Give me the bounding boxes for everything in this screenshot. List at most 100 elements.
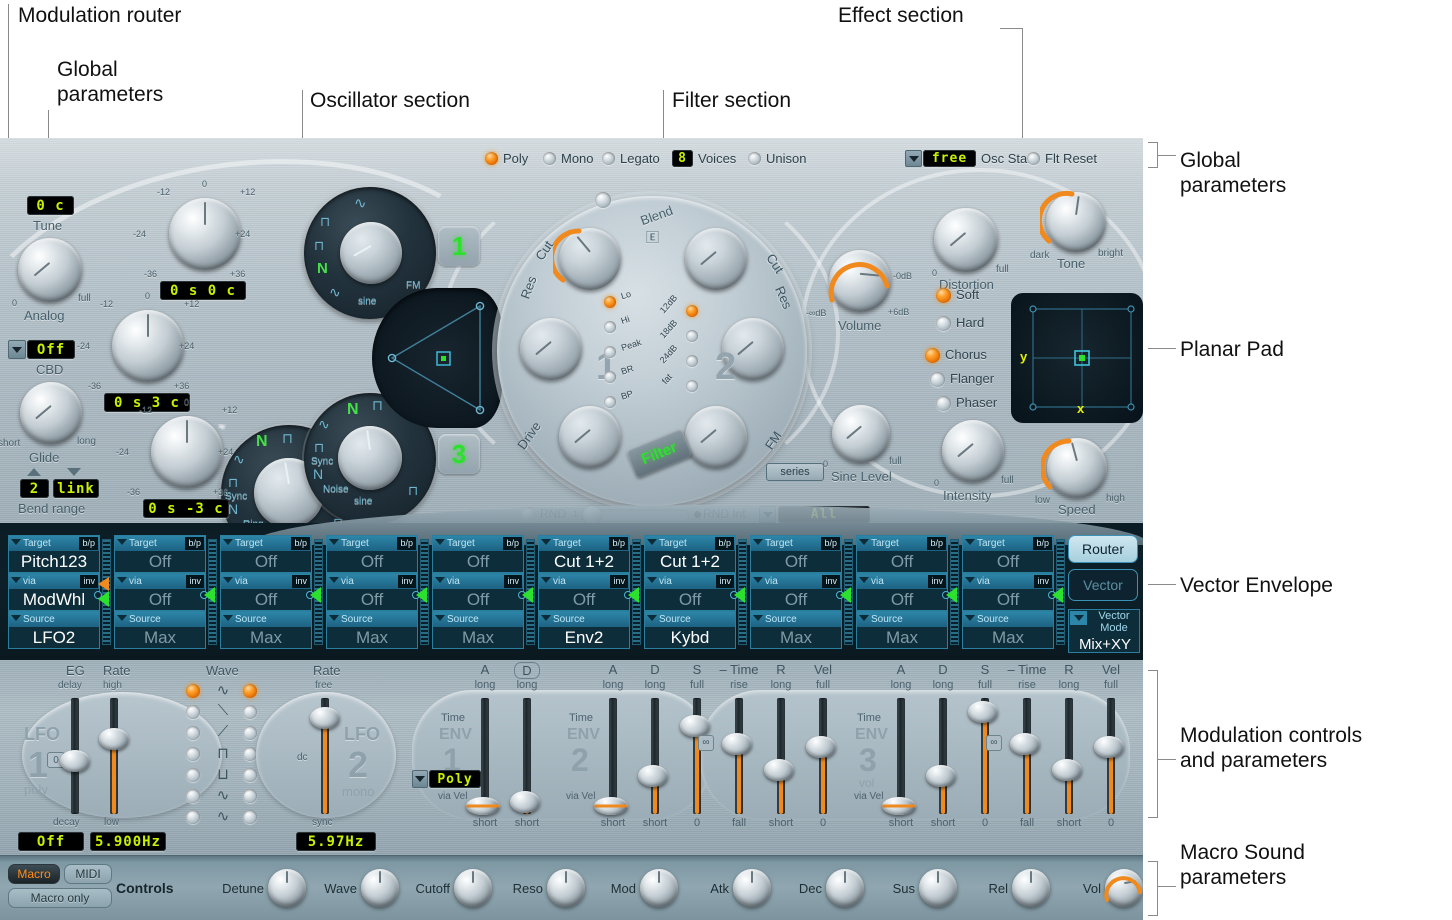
router-via-row[interactable]: via inv Off (538, 573, 630, 611)
router-source-row[interactable]: Source Max (750, 611, 842, 649)
router-source-value[interactable]: LFO2 (9, 627, 99, 648)
lfo2-wave-led-6[interactable] (243, 789, 257, 803)
distortion-knob[interactable] (934, 208, 998, 272)
chevron-down-icon[interactable] (435, 577, 445, 583)
sine-level-knob[interactable] (832, 405, 890, 463)
lfo2-rate-display[interactable]: 5.97Hz (296, 832, 376, 851)
filter-top-handle[interactable] (595, 192, 611, 208)
distortion-soft-led[interactable] (936, 288, 951, 303)
macro-knob-atk[interactable] (733, 869, 771, 907)
chevron-down-icon[interactable] (753, 539, 763, 545)
osc1-wave-knob[interactable] (340, 222, 402, 284)
lfo2-wave-led-2[interactable] (243, 705, 257, 719)
router-amount-arrow-upper[interactable] (98, 577, 109, 591)
router-amount-arrow[interactable] (840, 587, 851, 603)
lfo1-wave-led-4[interactable] (186, 747, 200, 761)
distortion-hard-label[interactable]: Hard (956, 315, 984, 330)
router-source-header[interactable]: Source (857, 612, 947, 627)
router-source-value[interactable]: Env2 (539, 627, 629, 648)
router-source-header[interactable]: Source (645, 612, 735, 627)
filter2-slope-led-18db[interactable] (686, 330, 698, 342)
osc3-pulse-icon[interactable]: ⊓ (314, 440, 324, 456)
osc2-pulse-icon[interactable]: ⊓ (228, 475, 238, 491)
filter1-mode-led-peak[interactable] (604, 346, 616, 358)
chevron-down-icon[interactable] (753, 577, 763, 583)
osc3-number-badge[interactable]: 3 (438, 434, 480, 474)
macro-knob-dec[interactable] (826, 869, 864, 907)
macro-tab[interactable]: Macro (8, 864, 60, 884)
osc2-saw-icon[interactable]: ∿ (233, 451, 245, 468)
env1-mode-dropdown-icon[interactable] (412, 770, 428, 788)
osc3-saw-icon[interactable]: ∿ (318, 416, 330, 433)
router-source-row[interactable]: Source Max (856, 611, 948, 649)
osc-mix-triangle-pad[interactable] (372, 288, 502, 428)
router-via-row[interactable]: via inv Off (326, 573, 418, 611)
router-amount-arrow[interactable] (734, 587, 745, 603)
router-inv-button[interactable]: inv (292, 575, 310, 588)
bend-down-arrow-icon[interactable] (67, 468, 81, 476)
poly-led[interactable] (485, 152, 498, 165)
router-inv-button[interactable]: inv (822, 575, 840, 588)
lfo2-rate-slider-thumb[interactable] (310, 707, 340, 729)
env3-slider-6-thumb[interactable] (1094, 736, 1124, 758)
router-target-header[interactable]: Target b/p (433, 536, 523, 551)
chevron-down-icon[interactable] (117, 615, 127, 621)
chevron-down-icon[interactable] (541, 615, 551, 621)
lfo1-wave-led-2[interactable] (186, 705, 200, 719)
chevron-down-icon[interactable] (329, 615, 339, 621)
bend-range-link-display[interactable]: link (53, 479, 99, 498)
filter1-mode-led-br[interactable] (604, 371, 616, 383)
router-amount-arrow[interactable] (98, 591, 109, 607)
router-source-row[interactable]: Source Max (220, 611, 312, 649)
chevron-down-icon[interactable] (859, 615, 869, 621)
env2-slider-1-thumb[interactable] (594, 797, 628, 815)
router-via-header[interactable]: via inv (327, 574, 417, 589)
router-inv-button[interactable]: inv (716, 575, 734, 588)
env3-slider-2-thumb[interactable] (926, 765, 956, 787)
vector-button[interactable]: Vector (1068, 569, 1138, 601)
chevron-down-icon[interactable] (859, 577, 869, 583)
router-amount-arrow[interactable] (1052, 587, 1063, 603)
router-target-value[interactable]: Cut 1+2 (645, 551, 735, 572)
chevron-down-icon[interactable] (965, 577, 975, 583)
router-bp-button[interactable]: b/p (291, 537, 310, 550)
filter2-slope-led-24db[interactable] (686, 355, 698, 367)
chevron-down-icon[interactable] (329, 577, 339, 583)
lfo1-wave-led-1[interactable] (186, 684, 200, 698)
router-source-row[interactable]: Source Max (432, 611, 524, 649)
chevron-down-icon[interactable] (435, 539, 445, 545)
env3-slider-5-thumb[interactable] (1052, 759, 1082, 781)
unison-label[interactable]: Unison (766, 151, 806, 166)
router-via-header[interactable]: via inv (221, 574, 311, 589)
osc1-pitch-knob[interactable] (169, 198, 241, 270)
osc1-square-icon[interactable]: ⊓ (320, 214, 330, 230)
flanger-led[interactable] (930, 372, 945, 387)
router-inv-button[interactable]: inv (928, 575, 946, 588)
router-via-value[interactable]: Off (645, 589, 735, 610)
router-target-row[interactable]: Target b/p Cut 1+2 (538, 535, 630, 573)
legato-led[interactable] (602, 152, 615, 165)
router-source-row[interactable]: Source Kybd (644, 611, 736, 649)
lfo2-wave-led-1[interactable] (243, 684, 257, 698)
router-source-row[interactable]: Source Max (326, 611, 418, 649)
router-source-value[interactable]: Max (857, 627, 947, 648)
router-via-header[interactable]: via inv (857, 574, 947, 589)
env2-slider-6-thumb[interactable] (806, 736, 836, 758)
router-button[interactable]: Router (1068, 535, 1138, 563)
router-source-value[interactable]: Max (433, 627, 523, 648)
router-inv-button[interactable]: inv (398, 575, 416, 588)
macro-knob-cutoff[interactable] (454, 869, 492, 907)
chevron-down-icon[interactable] (11, 615, 21, 621)
lfo1-wave-led-3[interactable] (186, 726, 200, 740)
router-target-value[interactable]: Off (327, 551, 417, 572)
poly-label[interactable]: Poly (503, 151, 528, 166)
router-target-header[interactable]: Target b/p (539, 536, 629, 551)
lfo2-wave-led-4[interactable] (243, 747, 257, 761)
env3-slider-3-thumb[interactable] (968, 701, 998, 723)
chevron-down-icon[interactable] (753, 615, 763, 621)
router-amount-arrow[interactable] (628, 587, 639, 603)
router-inv-button[interactable]: inv (1034, 575, 1052, 588)
vector-mode-box[interactable]: Vector Mode Mix+XY (1068, 609, 1140, 653)
cbd-dropdown-icon[interactable] (8, 340, 26, 359)
router-via-value[interactable]: Off (857, 589, 947, 610)
